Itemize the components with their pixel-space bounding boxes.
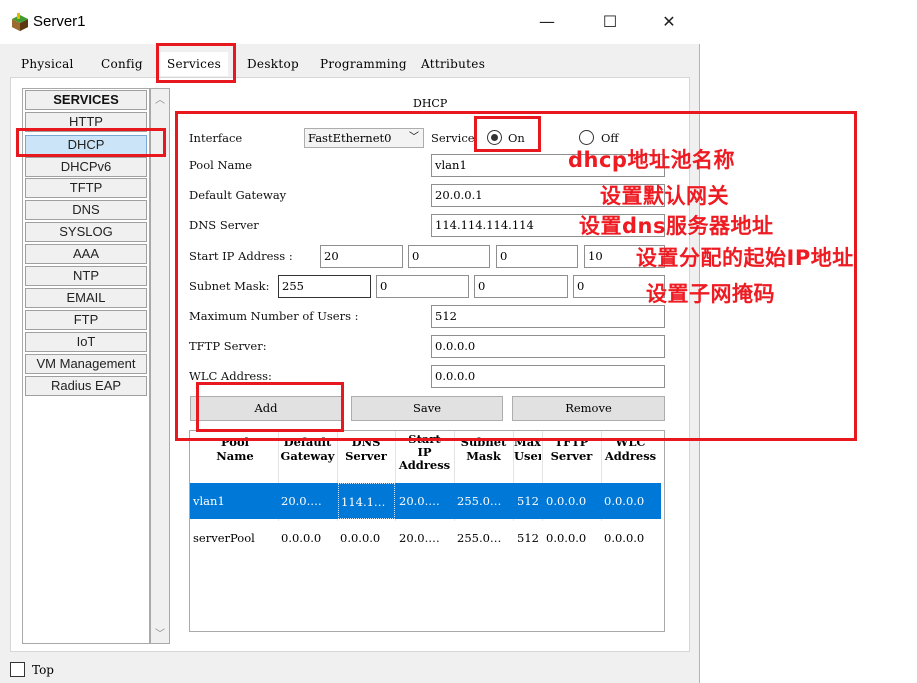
service-email[interactable]: EMAIL <box>25 288 147 308</box>
tab-programming[interactable]: Programming <box>313 52 414 76</box>
service-radius-eap[interactable]: Radius EAP <box>25 376 147 396</box>
tab-config[interactable]: Config <box>94 52 150 76</box>
cell-subnet-mask: 255.0… <box>457 531 502 545</box>
server-app-icon <box>10 12 30 32</box>
service-syslog[interactable]: SYSLOG <box>25 222 147 242</box>
service-vm-management[interactable]: VM Management <box>25 354 147 374</box>
annotation-default-gateway: 设置默认网关 <box>600 184 729 208</box>
tab-attributes[interactable]: Attributes <box>414 52 492 76</box>
pool-table: Pool Name Default Gateway DNS Server Start I… <box>189 430 665 632</box>
table-row[interactable]: vlan1 20.0.… 114.1… 20.0.… 255.0… 512 0.… <box>190 483 661 519</box>
panel-title: DHCP <box>413 97 448 110</box>
service-dns[interactable]: DNS <box>25 200 147 220</box>
service-ftp[interactable]: FTP <box>25 310 147 330</box>
cell-pool-name: vlan1 <box>193 494 225 508</box>
table-row[interactable]: serverPool 0.0.0.0 0.0.0.0 20.0.… 255.0…… <box>190 520 661 556</box>
cell-start-ip: 20.0.… <box>399 494 440 508</box>
scroll-down-icon[interactable]: ﹀ <box>155 625 165 640</box>
service-dhcpv6[interactable]: DHCPv6 <box>25 157 147 177</box>
service-aaa[interactable]: AAA <box>25 244 147 264</box>
cell-tftp-server: 0.0.0.0 <box>546 494 587 508</box>
cell-default-gateway: 20.0.… <box>281 494 322 508</box>
cell-default-gateway: 0.0.0.0 <box>281 531 322 545</box>
maximize-button[interactable]: ☐ <box>595 8 625 36</box>
service-ntp[interactable]: NTP <box>25 266 147 286</box>
tab-desktop[interactable]: Desktop <box>240 52 306 76</box>
annotation-subnet-mask: 设置子网掩码 <box>646 282 775 306</box>
service-iot[interactable]: IoT <box>25 332 147 352</box>
cell-max-user: 512 <box>517 531 539 545</box>
annotation-box-service-on <box>474 116 541 152</box>
services-header: SERVICES <box>25 90 147 110</box>
title-bar: Server1 — ☐ ✕ <box>0 0 700 44</box>
close-button[interactable]: ✕ <box>654 8 684 36</box>
annotation-dns-server: 设置dns服务器地址 <box>579 214 774 238</box>
annotation-start-ip: 设置分配的起始IP地址 <box>636 246 854 270</box>
annotation-box-services-tab <box>156 43 236 83</box>
tab-physical[interactable]: Physical <box>14 52 81 76</box>
cell-wlc-address: 0.0.0.0 <box>604 494 645 508</box>
cell-wlc-address: 0.0.0.0 <box>604 531 645 545</box>
cell-dns-server: 0.0.0.0 <box>340 531 381 545</box>
service-tftp[interactable]: TFTP <box>25 178 147 198</box>
cell-tftp-server: 0.0.0.0 <box>546 531 587 545</box>
annotation-box-add-button <box>196 382 344 432</box>
cell-dns-server: 114.1… <box>338 483 395 519</box>
cell-subnet-mask: 255.0… <box>457 494 502 508</box>
top-checkbox[interactable] <box>10 662 25 677</box>
services-scrollbar[interactable]: ︿ ﹀ <box>150 88 170 644</box>
top-checkbox-label: Top <box>32 663 54 677</box>
scroll-up-icon[interactable]: ︿ <box>155 91 165 106</box>
cell-pool-name: serverPool <box>193 531 255 545</box>
cell-start-ip: 20.0.… <box>399 531 440 545</box>
annotation-pool-name: dhcp地址池名称 <box>568 148 735 172</box>
cell-max-user: 512 <box>517 494 539 508</box>
tab-bar: Physical Config Services Desktop Program… <box>10 52 690 78</box>
window-title: Server1 <box>33 13 86 30</box>
minimize-button[interactable]: — <box>532 8 562 36</box>
annotation-box-dhcp-item <box>16 128 166 157</box>
